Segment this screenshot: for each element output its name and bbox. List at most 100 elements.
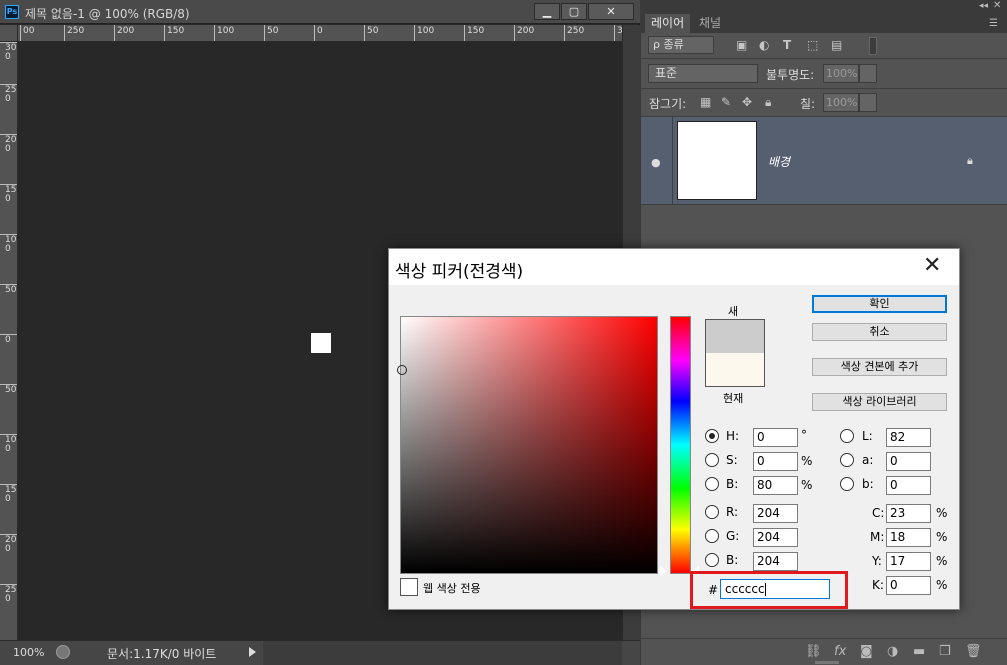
lightness-radio[interactable]	[840, 429, 854, 443]
dialog-titlebar[interactable]: 색상 피커(전경색) ✕	[389, 249, 959, 285]
web-colors-only-checkbox[interactable]	[400, 578, 418, 596]
horizontal-ruler[interactable]: 00 250 200 150 100 50 0 50 100 150 200 2…	[18, 25, 622, 42]
vertical-ruler[interactable]: 300 250 200 150 100 50 0 50 100 150 200 …	[0, 42, 18, 640]
lock-position-icon[interactable]: ✥	[742, 96, 754, 108]
new-layer-icon[interactable]: ❐	[939, 644, 951, 659]
type-filter-icon[interactable]: T	[783, 39, 795, 51]
folder-icon[interactable]: ▬	[913, 644, 925, 659]
minimize-button[interactable]: ▁	[534, 3, 560, 20]
lock-all-icon[interactable]: 🔒︎	[765, 96, 777, 108]
saturation-field[interactable]: 0	[753, 452, 798, 471]
status-menu-arrow-icon[interactable]	[249, 647, 256, 657]
color-field-cursor[interactable]	[397, 365, 407, 375]
green-field[interactable]: 204	[753, 528, 798, 547]
ruler-corner[interactable]	[0, 25, 18, 42]
blue-radio[interactable]	[705, 553, 719, 567]
panel-menu-icon[interactable]: ☰	[989, 18, 998, 29]
close-icon[interactable]: ✕	[923, 253, 941, 278]
b-channel-field[interactable]: 0	[886, 476, 931, 495]
fx-icon[interactable]: fx	[834, 644, 846, 659]
fill-dropdown[interactable]	[859, 93, 877, 112]
current-color-swatch[interactable]	[706, 353, 764, 386]
a-channel-label: a:	[862, 453, 874, 467]
lightness-label: L:	[862, 429, 873, 443]
hex-color-input[interactable]: cccccc	[720, 579, 830, 599]
lock-transparency-icon[interactable]: ▦	[700, 96, 712, 108]
b-channel-radio[interactable]	[840, 477, 854, 491]
resize-grip[interactable]	[815, 661, 839, 664]
panel-tabs: 레이어 채널 ☰	[641, 14, 1007, 33]
color-libraries-button[interactable]: 색상 라이브러리	[812, 393, 947, 411]
filter-kind-select[interactable]: ρ 종류	[648, 36, 714, 54]
layer-item[interactable]: ● 배경 🔒︎	[641, 117, 1007, 205]
zoom-level[interactable]: 100%	[13, 646, 44, 659]
hue-slider-left-arrow-icon[interactable]	[660, 566, 667, 576]
cyan-field[interactable]: 23	[886, 504, 931, 523]
yellow-field[interactable]: 17	[886, 552, 931, 571]
ruler-tick: 250	[0, 84, 17, 104]
ruler-tick: 50	[0, 284, 17, 295]
panel-close-icon[interactable]: ✕	[993, 0, 1001, 11]
filter-toggle[interactable]	[869, 37, 877, 55]
layer-name[interactable]: 배경	[768, 153, 790, 170]
black-unit: %	[936, 578, 948, 592]
lock-pixels-icon[interactable]: ✎	[721, 96, 733, 108]
mask-icon[interactable]: ◙	[860, 644, 873, 659]
cyan-unit: %	[936, 506, 948, 520]
brightness-field[interactable]: 80	[753, 476, 798, 495]
panel-topbar: ◂◂ ✕	[641, 0, 1007, 14]
hue-field[interactable]: 0	[753, 428, 798, 447]
tab-channels[interactable]: 채널	[693, 14, 727, 33]
blue-field[interactable]: 204	[753, 552, 798, 571]
link-icon[interactable]: ⛓	[805, 644, 822, 659]
image-filter-icon[interactable]: ▣	[736, 39, 748, 51]
document-canvas[interactable]	[311, 333, 331, 353]
red-radio[interactable]	[705, 505, 719, 519]
adjustment-filter-icon[interactable]: ◐	[759, 39, 771, 51]
color-picker-dialog: 색상 피커(전경색) ✕ 웹 색상 전용 새 현재 확인 취소 색상 견본에 추…	[388, 248, 960, 610]
new-color-label: 새	[728, 305, 739, 318]
add-to-swatches-button[interactable]: 색상 견본에 추가	[812, 358, 947, 376]
red-field[interactable]: 204	[753, 504, 798, 523]
ruler-tick: 50	[264, 25, 278, 41]
tab-layers[interactable]: 레이어	[645, 14, 691, 33]
cancel-button[interactable]: 취소	[812, 323, 947, 341]
brightness-radio[interactable]	[705, 477, 719, 491]
lock-label: 잠그기:	[649, 97, 687, 111]
ruler-tick: 100	[0, 234, 17, 254]
lightness-field[interactable]: 82	[886, 428, 931, 447]
opacity-dropdown[interactable]	[859, 64, 877, 83]
opacity-field[interactable]: 100%	[823, 64, 859, 83]
status-info-icon[interactable]	[56, 645, 70, 659]
adjustment-icon[interactable]: ◑	[887, 644, 898, 659]
saturation-radio[interactable]	[705, 453, 719, 467]
smart-object-filter-icon[interactable]: ▤	[831, 39, 843, 51]
hue-radio[interactable]	[705, 429, 719, 443]
magenta-field[interactable]: 18	[886, 528, 931, 547]
yellow-label: Y:	[872, 554, 882, 568]
layer-visibility-cell[interactable]: ●	[641, 117, 673, 205]
document-titlebar[interactable]: Ps 제목 없음-1 @ 100% (RGB/8) ▁ ▢ ✕	[0, 0, 640, 24]
trash-icon[interactable]: 🗑︎	[965, 644, 982, 659]
text-caret	[764, 583, 766, 596]
saturation-brightness-field[interactable]	[397, 316, 658, 574]
saturation-label: S:	[726, 453, 738, 467]
ruler-tick: 50	[364, 25, 378, 41]
a-channel-field[interactable]: 0	[886, 452, 931, 471]
shape-filter-icon[interactable]: ⬚	[807, 39, 819, 51]
a-channel-radio[interactable]	[840, 453, 854, 467]
layer-thumbnail[interactable]	[677, 121, 757, 200]
green-radio[interactable]	[705, 529, 719, 543]
close-window-button[interactable]: ✕	[588, 3, 634, 20]
blend-mode-select[interactable]: 표준	[648, 64, 758, 83]
fill-field[interactable]: 100%	[823, 93, 859, 112]
collapse-panels-icon[interactable]: ◂◂	[979, 1, 988, 11]
lock-icon: 🔒︎	[967, 154, 973, 167]
ruler-tick: 200	[514, 25, 534, 41]
horizontal-scrollbar[interactable]	[263, 641, 622, 665]
hue-slider[interactable]	[670, 316, 691, 574]
ok-button[interactable]: 확인	[812, 295, 947, 313]
maximize-button[interactable]: ▢	[561, 3, 587, 20]
black-field[interactable]: 0	[886, 576, 931, 595]
eye-icon[interactable]: ●	[651, 156, 661, 169]
